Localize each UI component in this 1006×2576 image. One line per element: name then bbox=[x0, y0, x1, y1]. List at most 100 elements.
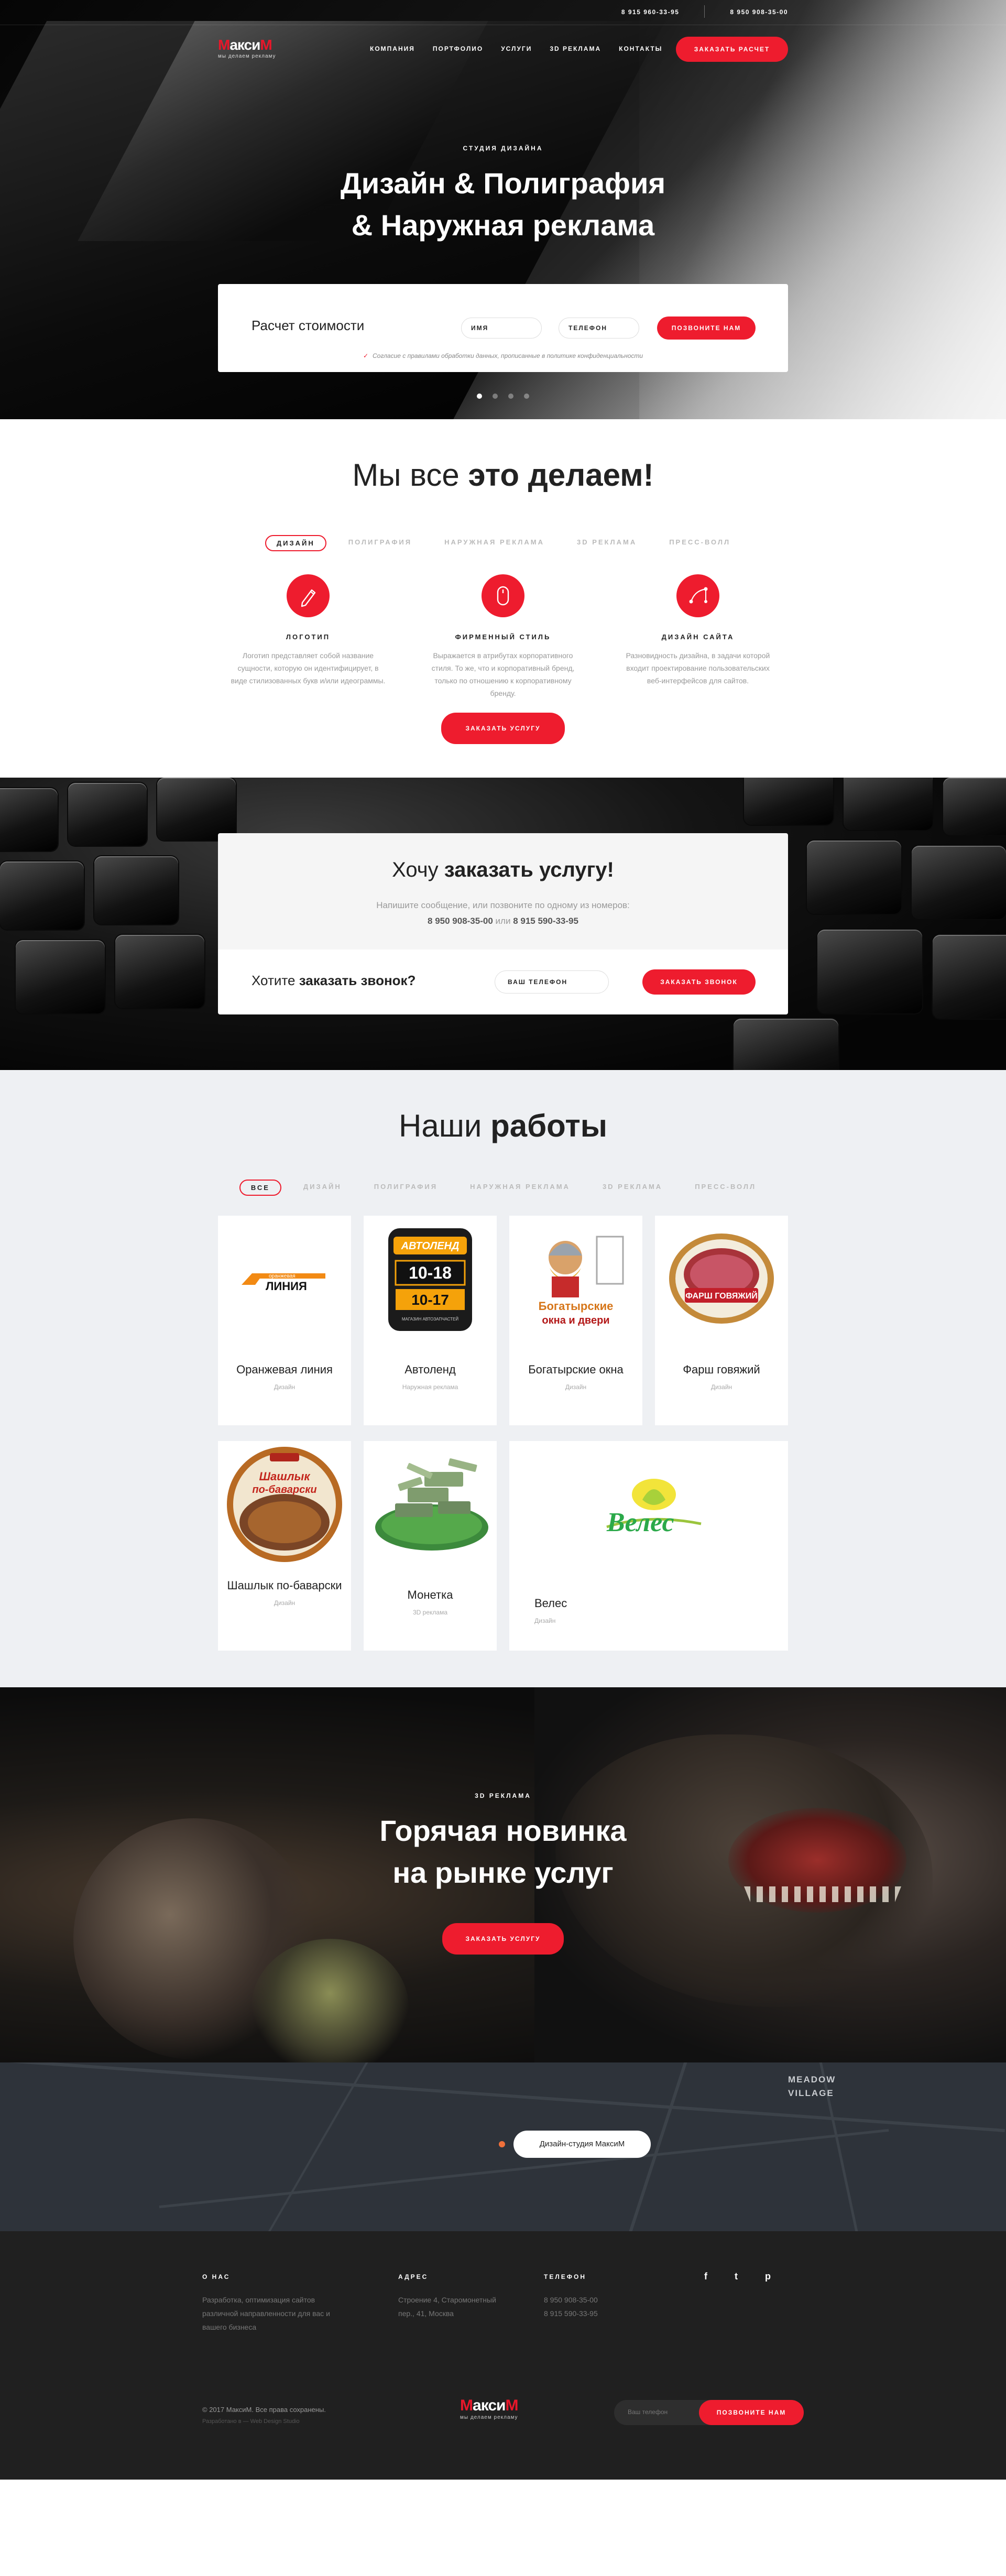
phone-field[interactable]: ТЕЛЕФОН bbox=[559, 318, 639, 339]
order-phone-1[interactable]: 8 950 908-35-00 bbox=[428, 916, 493, 926]
footer-phone-1[interactable]: 8 950 908-35-00 bbox=[544, 2296, 598, 2304]
slider-dot[interactable] bbox=[493, 394, 498, 399]
work-card[interactable]: ФАРШ ГОВЯЖИЙ Фарш говяжий Дизайн bbox=[655, 1216, 788, 1425]
work-card[interactable]: АВТОЛЕНД 10-18 10-17 МАГАЗИН АВТОЗАПЧАСТ… bbox=[364, 1216, 497, 1425]
menu-item-portfolio[interactable]: ПОРТФОЛИО bbox=[433, 45, 483, 52]
tab-print[interactable]: ПОЛИГРАФИЯ bbox=[338, 535, 422, 551]
slider-dots bbox=[0, 392, 1006, 401]
footer-logo[interactable]: МаксиМ мы делаем рекламу bbox=[460, 2397, 518, 2421]
logo-tagline: мы делаем рекламу bbox=[218, 53, 276, 59]
keyboard-key bbox=[16, 940, 105, 1013]
footer-about: О НАС Разработка, оптимизация сайтов раз… bbox=[202, 2273, 338, 2334]
tab-print[interactable]: ПОЛИГРАФИЯ bbox=[364, 1180, 448, 1196]
footer-logo-tagline: мы делаем рекламу bbox=[460, 2415, 518, 2420]
slider-dot[interactable] bbox=[477, 394, 482, 399]
footer-about-title: О НАС bbox=[202, 2273, 231, 2280]
footer-call-button[interactable]: ПОЗВОНИТЕ НАМ bbox=[699, 2400, 804, 2425]
order-call-button[interactable]: ЗАКАЗАТЬ ЗВОНОК bbox=[642, 969, 756, 995]
tab-presswall[interactable]: ПРЕСС-ВОЛЛ bbox=[684, 1180, 767, 1196]
menu-item-contacts[interactable]: КОНТАКТЫ bbox=[619, 45, 662, 52]
work-card[interactable]: Шашлык по-баварски Шашлык по-баварски Ди… bbox=[218, 1441, 351, 1651]
hero-title: Дизайн & Полиграфия & Наружная реклама bbox=[340, 167, 666, 242]
work-card[interactable]: оранжевая ЛИНИЯ Оранжевая линия Дизайн bbox=[218, 1216, 351, 1425]
check-icon[interactable]: ✓ bbox=[363, 352, 368, 359]
keyboard-key bbox=[933, 935, 1006, 1019]
work-category: Дизайн bbox=[274, 1599, 296, 1607]
order-calc-button[interactable]: ЗАКАЗАТЬ РАСЧЕТ bbox=[676, 37, 788, 62]
hero-section: 8 915 960-33-95 8 950 908-35-00 МаксиМ м… bbox=[0, 0, 1006, 419]
header-phone-2[interactable]: 8 950 908-35-00 bbox=[730, 8, 788, 18]
keyboard-key bbox=[68, 783, 147, 846]
keyboard-key bbox=[734, 1019, 838, 1070]
logo[interactable]: МаксиМ мы делаем рекламу bbox=[218, 37, 276, 60]
menu-item-company[interactable]: КОМПАНИЯ bbox=[370, 45, 415, 52]
menu-item-services[interactable]: УСЛУГИ bbox=[501, 45, 532, 52]
menu-item-3d[interactable]: 3D РЕКЛАМА bbox=[550, 45, 601, 52]
work-category: Дизайн bbox=[565, 1383, 587, 1391]
order-phone-2[interactable]: 8 915 590-33-95 bbox=[513, 916, 578, 926]
tab-design[interactable]: ДИЗАЙН bbox=[293, 1180, 352, 1196]
footer-phone-2[interactable]: 8 915 590-33-95 bbox=[544, 2309, 598, 2318]
keyboard-key bbox=[0, 861, 84, 930]
work-card[interactable]: Богатырские окна и двери Богатырские окн… bbox=[509, 1216, 642, 1425]
hero-text: СТУДИЯ ДИЗАЙНА Дизайн & Полиграфия & Нару… bbox=[218, 145, 788, 246]
work-card[interactable]: Велес Велес Дизайн bbox=[509, 1441, 788, 1651]
tab-design[interactable]: ДИЗАЙН bbox=[265, 535, 326, 551]
work-card[interactable]: Монетка 3D реклама bbox=[364, 1441, 497, 1651]
work-image: АВТОЛЕНД 10-18 10-17 МАГАЗИН АВТОЗАПЧАСТ… bbox=[364, 1216, 497, 1341]
map-bubble[interactable]: Дизайн-студия МаксиМ bbox=[513, 2131, 651, 2158]
tab-presswall[interactable]: ПРЕСС-ВОЛЛ bbox=[659, 535, 741, 551]
keyboard-key bbox=[0, 788, 58, 851]
twitter-icon[interactable]: t bbox=[735, 2271, 738, 2282]
service-title: ФИРМЕННЫЙ СТИЛЬ bbox=[455, 633, 551, 641]
work-image: Богатырские окна и двери bbox=[509, 1216, 642, 1341]
name-field[interactable]: ИМЯ bbox=[461, 318, 542, 339]
works-section: Наши работы ВСЕ ДИЗАЙН ПОЛИГРАФИЯ НАРУЖН… bbox=[0, 1070, 1006, 1687]
footer-phone-input[interactable]: Ваш телефон bbox=[628, 2408, 668, 2416]
work-name: Монетка bbox=[407, 1588, 453, 1601]
mouse-icon bbox=[482, 574, 524, 617]
map-section[interactable]: MEADOW VILLAGE Дизайн-студия МаксиМ bbox=[0, 2062, 1006, 2231]
work-category: 3D реклама bbox=[412, 1609, 447, 1616]
promo-bg-boy bbox=[252, 1939, 409, 2062]
work-image: ФАРШ ГОВЯЖИЙ bbox=[655, 1216, 788, 1341]
map-pin-icon[interactable] bbox=[499, 2141, 505, 2147]
keyboard-key bbox=[744, 778, 833, 825]
tab-outdoor[interactable]: НАРУЖНАЯ РЕКЛАМА bbox=[434, 535, 555, 551]
tab-outdoor[interactable]: НАРУЖНАЯ РЕКЛАМА bbox=[460, 1180, 581, 1196]
logo-text: Богатырские bbox=[539, 1300, 614, 1313]
order-card-top: Хочу заказать услугу! Напишите сообщение… bbox=[218, 833, 788, 949]
consent-note: ✓ Согласие с правилами обработки данных, … bbox=[363, 352, 643, 359]
tab-all[interactable]: ВСЕ bbox=[239, 1180, 281, 1196]
keyboard-key bbox=[94, 856, 178, 924]
tab-3d[interactable]: 3D РЕКЛАМА bbox=[592, 1180, 673, 1196]
logo-text: 10-18 bbox=[409, 1263, 452, 1282]
call-us-button[interactable]: ПОЗВОНИТЕ НАМ bbox=[657, 316, 756, 340]
service-text: Логотип представляет собой название сущн… bbox=[231, 651, 386, 685]
keyboard-key bbox=[115, 935, 204, 1008]
pinterest-icon[interactable]: p bbox=[765, 2271, 771, 2282]
order-card: Хочу заказать услугу! Напишите сообщение… bbox=[218, 833, 788, 1014]
footer-logo-wordmark: МаксиМ bbox=[460, 2397, 518, 2414]
top-bar: 8 915 960-33-95 8 950 908-35-00 bbox=[0, 0, 1006, 25]
promo-text: 3D РЕКЛАМА Горячая новинка на рынке услуг… bbox=[0, 1792, 1006, 1955]
order-section: Хочу заказать услугу! Напишите сообщение… bbox=[0, 778, 1006, 1070]
callback-phone-field[interactable]: ВАШ ТЕЛЕФОН bbox=[495, 970, 609, 994]
calc-form: Расчет стоимости ИМЯ ТЕЛЕФОН ПОЗВОНИТЕ Н… bbox=[218, 284, 788, 372]
work-name: Богатырские окна bbox=[528, 1363, 624, 1376]
slider-dot[interactable] bbox=[508, 394, 513, 399]
tab-3d[interactable]: 3D РЕКЛАМА bbox=[566, 535, 647, 551]
header-phone-1[interactable]: 8 915 960-33-95 bbox=[621, 8, 680, 18]
slider-dot[interactable] bbox=[524, 394, 529, 399]
promo-order-button[interactable]: ЗАКАЗАТЬ УСЛУГУ bbox=[442, 1923, 564, 1955]
logo-wordmark: МаксиМ bbox=[218, 37, 272, 53]
facebook-icon[interactable]: f bbox=[704, 2271, 707, 2282]
order-service-button[interactable]: ЗАКАЗАТЬ УСЛУГУ bbox=[441, 713, 565, 744]
service-logo: ЛОГОТИП Логотип представляет собой назва… bbox=[229, 574, 387, 700]
logo-text: Шашлык bbox=[259, 1470, 311, 1483]
work-name: Шашлык по-баварски bbox=[227, 1579, 342, 1592]
keyboard-key bbox=[844, 778, 933, 830]
logo-text: ФАРШ ГОВЯЖИЙ bbox=[685, 1291, 757, 1301]
keyboard-key bbox=[817, 930, 922, 1013]
hero-eyebrow: СТУДИЯ ДИЗАЙНА bbox=[463, 145, 543, 152]
